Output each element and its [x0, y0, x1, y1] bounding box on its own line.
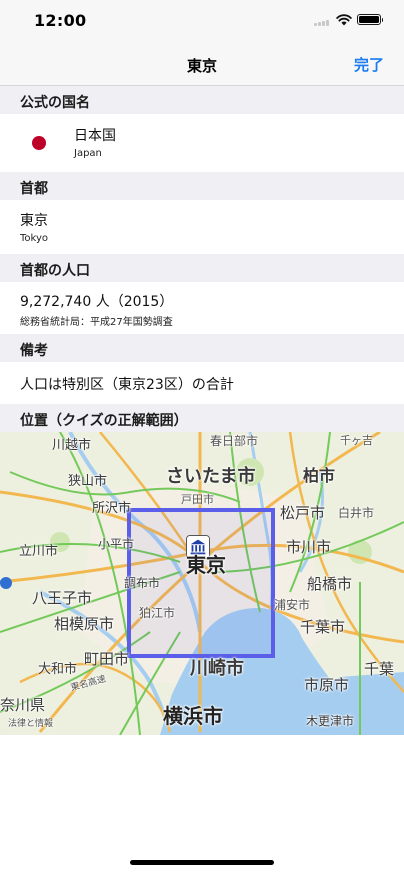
status-time: 12:00	[34, 11, 87, 30]
country-cell: 日本国 Japan	[0, 114, 404, 172]
capital-name: 東京	[20, 213, 48, 229]
status-bar: 12:00	[0, 0, 404, 44]
map-label-noda: 千ヶ吉	[340, 434, 373, 447]
map-label-sayama: 狭山市	[68, 474, 108, 489]
map-label-sagamihara: 相模原市	[54, 615, 115, 633]
population-cell: 9,272,740 人（2015） 総務省統計局：平成27年国勢調査	[0, 282, 404, 334]
country-name: 日本国	[74, 128, 116, 144]
map-label-kanagawa: 奈川県	[0, 696, 46, 714]
map-label-kisarazu: 木更津市	[306, 714, 355, 728]
section-header-notes: 備考	[0, 334, 404, 362]
map-label-matsudo: 松戸市	[280, 504, 326, 522]
battery-icon	[357, 14, 383, 25]
cellular-signal-icon	[314, 20, 331, 26]
section-title: 位置（クイズの正解範囲）	[20, 413, 188, 429]
section-title: 公式の国名	[20, 95, 90, 111]
section-header-location: 位置（クイズの正解範囲）	[0, 404, 404, 432]
navigation-bar: 東京 完了	[0, 44, 404, 86]
map-label-tokyo: 東京	[186, 553, 226, 577]
japan-flag-icon	[20, 132, 58, 154]
map-label-saitama: さいたま市	[166, 466, 256, 487]
capital-name-en: Tokyo	[20, 233, 48, 244]
map-label-kashiwa: 柏市	[303, 466, 336, 485]
notes-cell: 人口は特別区（東京23区）の合計	[0, 362, 404, 404]
map-label-ichihara: 市原市	[304, 676, 350, 694]
map-label-kasukabe: 春日部市	[210, 434, 259, 448]
map-label-komae: 狛江市	[139, 606, 176, 620]
map-label-tokorozawa: 所沢市	[92, 501, 132, 516]
map-label-hachioji: 八王子市	[32, 589, 93, 607]
map-label-kawasaki: 川崎市	[190, 658, 244, 679]
map-label-chiba-east: 千葉	[364, 660, 395, 678]
map-label-tachikawa: 立川市	[19, 544, 59, 559]
map-attribution[interactable]: 法律と情報	[8, 716, 53, 729]
nav-title: 東京	[186, 57, 217, 75]
map-label-chofu: 調布市	[124, 576, 161, 590]
map-label-funabashi: 船橋市	[307, 575, 353, 593]
map-label-yamato: 大和市	[38, 662, 78, 677]
map-label-kodaira: 小平市	[98, 537, 135, 551]
population-value: 9,272,740 人（2015）	[20, 294, 174, 310]
country-name-en: Japan	[74, 148, 102, 159]
map-label-shiroi: 白井市	[338, 506, 375, 520]
capital-cell: 東京 Tokyo	[0, 200, 404, 254]
map-label-machida: 町田市	[84, 650, 130, 668]
map-view[interactable]: 川越市 春日部市 千ヶ吉 さいたま市 狭山市 柏市 所沢市 戸田市 松戸市 白井…	[0, 432, 404, 735]
map-label-ichikawa: 市川市	[286, 538, 332, 556]
notes-text: 人口は特別区（東京23区）の合計	[20, 377, 234, 393]
map-label-toda: 戸田市	[181, 493, 214, 506]
map-label-yokohama: 横浜市	[163, 704, 223, 728]
section-title: 備考	[20, 343, 48, 359]
home-indicator[interactable]	[130, 860, 274, 865]
map-label-chiba: 千葉市	[300, 618, 346, 636]
section-title: 首都	[20, 181, 48, 197]
done-button[interactable]: 完了	[354, 54, 384, 75]
map-label-urayasu: 浦安市	[274, 598, 311, 612]
population-source: 総務省統計局：平成27年国勢調査	[20, 317, 173, 328]
section-header-population: 首都の人口	[0, 254, 404, 282]
wifi-icon	[336, 14, 352, 26]
section-header-country: 公式の国名	[0, 86, 404, 114]
section-title: 首都の人口	[20, 263, 90, 279]
section-header-capital: 首都	[0, 172, 404, 200]
map-label-kawagoe: 川越市	[52, 438, 92, 453]
